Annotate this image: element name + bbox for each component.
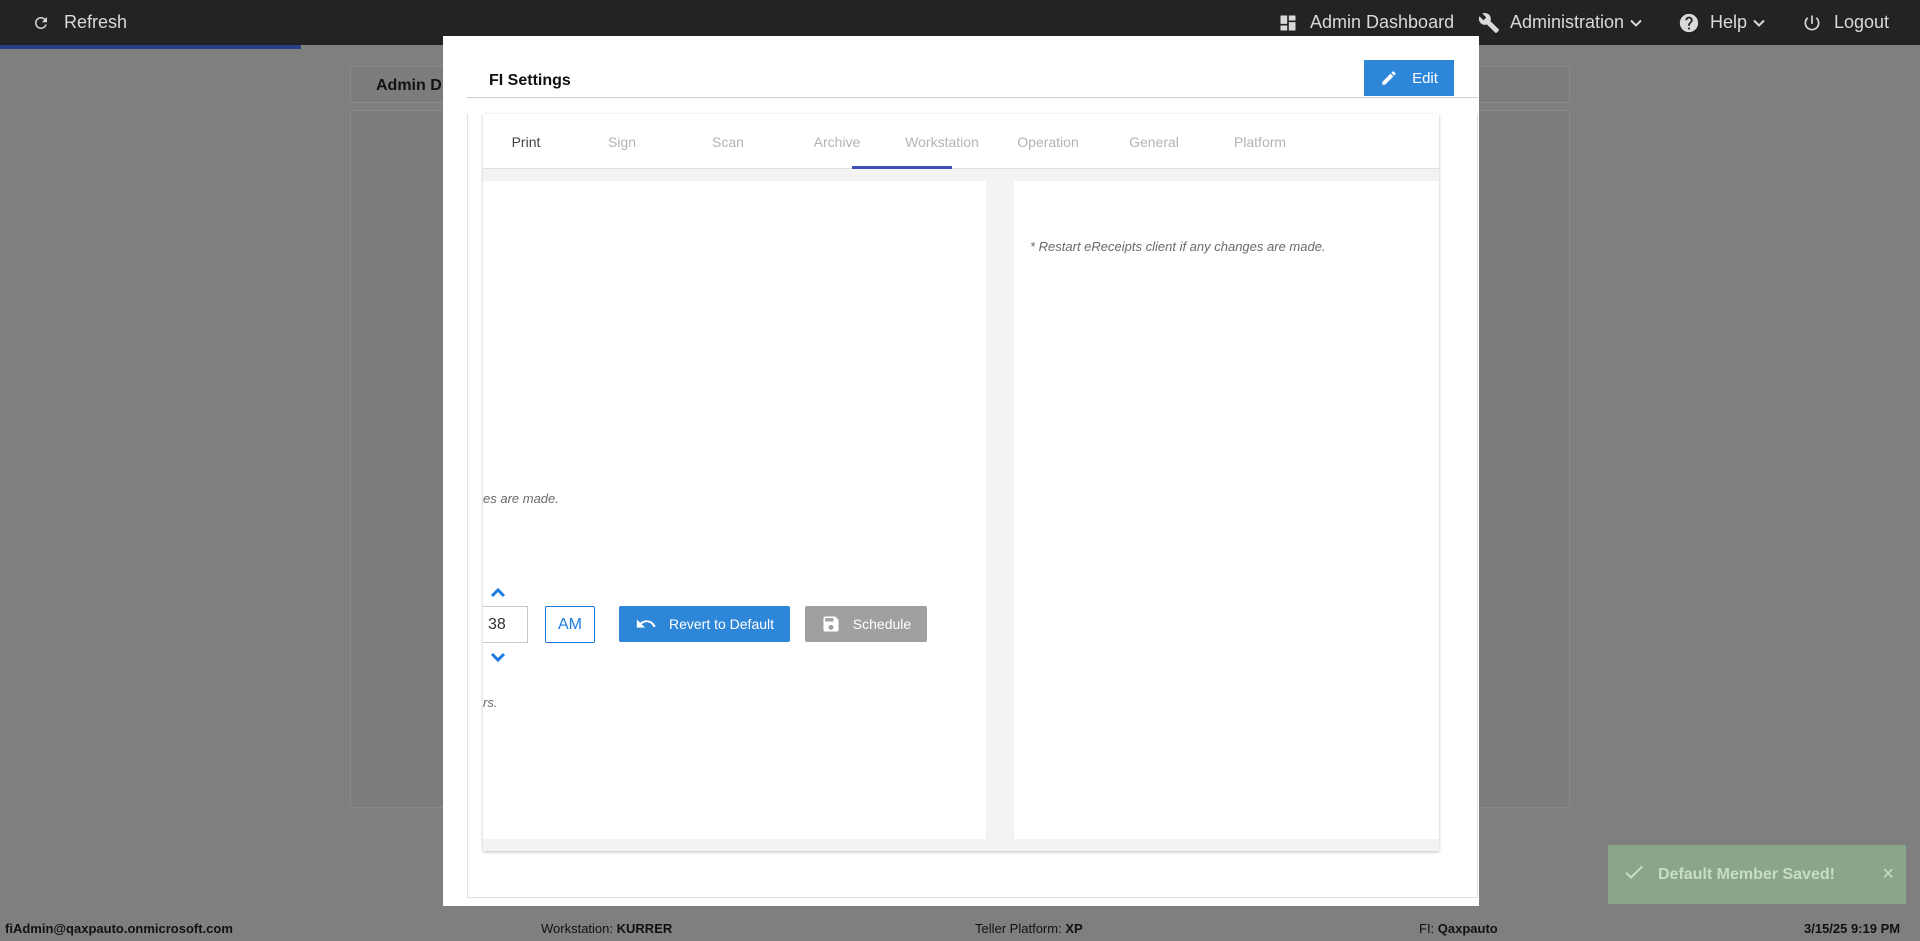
- tab-scan[interactable]: Scan: [675, 114, 781, 169]
- settings-tabs-card: Print Sign Scan Archive Workstation Oper…: [483, 114, 1439, 851]
- decrement-chevron-down-icon[interactable]: [488, 651, 508, 665]
- edit-button[interactable]: Edit: [1364, 60, 1454, 96]
- chevron-down-icon: [1753, 19, 1765, 27]
- pencil-icon: [1382, 71, 1396, 85]
- modal-title: FI Settings: [489, 72, 571, 89]
- checkmark-icon: [1622, 860, 1646, 889]
- loading-progress-bar: [0, 45, 301, 49]
- status-footer: fiAdmin@qaxpauto.onmicrosoft.com Worksta…: [0, 916, 1920, 941]
- restart-client-note: * Restart eReceipts client if any change…: [1030, 239, 1326, 254]
- tab-archive[interactable]: Archive: [784, 114, 890, 169]
- help-label: Help: [1710, 12, 1748, 32]
- workstation-value: KURRER: [616, 921, 673, 936]
- footer-workstation: Workstation: KURRER: [541, 921, 672, 936]
- chevron-down-icon: [1630, 19, 1642, 27]
- save-icon: [823, 616, 839, 632]
- close-icon[interactable]: ×: [1882, 863, 1894, 886]
- fi-label: FI:: [1419, 921, 1435, 936]
- help-icon: [1679, 13, 1699, 32]
- refresh-icon: [34, 16, 47, 29]
- administration-label: Administration: [1510, 12, 1625, 32]
- am-pm-toggle[interactable]: AM: [545, 606, 595, 643]
- logout-button[interactable]: Logout: [1802, 0, 1889, 45]
- workstation-label: Workstation:: [541, 921, 614, 936]
- tab-general[interactable]: General: [1101, 114, 1207, 169]
- footer-user: fiAdmin@qaxpauto.onmicrosoft.com: [5, 921, 233, 936]
- dashboard-icon: [1280, 15, 1296, 30]
- footer-teller-platform: Teller Platform: XP: [975, 921, 1083, 936]
- footer-fi: FI: Qaxpauto: [1419, 921, 1498, 936]
- revert-label: Revert to Default: [668, 616, 775, 632]
- tab-operation[interactable]: Operation: [995, 114, 1101, 169]
- left-settings-panel: es are made. 38 AM Revert to Default Sch…: [483, 181, 986, 839]
- tab-print[interactable]: Print: [473, 114, 579, 169]
- admin-dashboard-label: Admin Dashboard: [1310, 12, 1455, 32]
- revert-to-default-button[interactable]: Revert to Default: [619, 606, 790, 642]
- footer-datetime: 3/15/25 9:19 PM: [1804, 921, 1901, 936]
- undo-icon: [636, 619, 656, 628]
- edit-label: Edit: [1412, 69, 1438, 87]
- modal-header: FI Settings: [467, 60, 1478, 98]
- background-tab-label: Admin D: [376, 77, 442, 94]
- administration-menu[interactable]: Administration: [1478, 0, 1642, 45]
- settings-tab-bar: Print Sign Scan Archive Workstation Oper…: [483, 114, 1439, 169]
- schedule-label: Schedule: [852, 616, 912, 632]
- fi-value: Qaxpauto: [1437, 921, 1498, 936]
- increment-chevron-up-icon[interactable]: [488, 585, 508, 599]
- right-settings-panel: * Restart eReceipts client if any change…: [1014, 181, 1439, 839]
- schedule-button[interactable]: Schedule: [805, 606, 927, 642]
- wrench-icon: [1478, 12, 1500, 33]
- fi-settings-modal: FI Settings Edit Print Sign Scan Archive…: [443, 36, 1479, 906]
- teller-platform-value: XP: [1065, 921, 1083, 936]
- toast-message: Default Member Saved!: [1658, 865, 1835, 883]
- minute-input[interactable]: 38: [483, 606, 528, 643]
- tab-sign[interactable]: Sign: [569, 114, 675, 169]
- success-toast: Default Member Saved! ×: [1608, 845, 1906, 904]
- helper-note-partial: rs.: [483, 695, 498, 710]
- refresh-label: Refresh: [64, 12, 128, 32]
- logout-label: Logout: [1834, 12, 1890, 32]
- active-tab-indicator: [852, 166, 952, 169]
- tab-workstation[interactable]: Workstation: [889, 114, 995, 169]
- power-icon: [1804, 15, 1820, 30]
- teller-platform-label: Teller Platform:: [975, 921, 1062, 936]
- help-menu[interactable]: Help: [1678, 0, 1765, 45]
- refresh-button[interactable]: Refresh: [32, 0, 127, 45]
- restart-note-partial: es are made.: [483, 491, 559, 506]
- tab-platform[interactable]: Platform: [1207, 114, 1313, 169]
